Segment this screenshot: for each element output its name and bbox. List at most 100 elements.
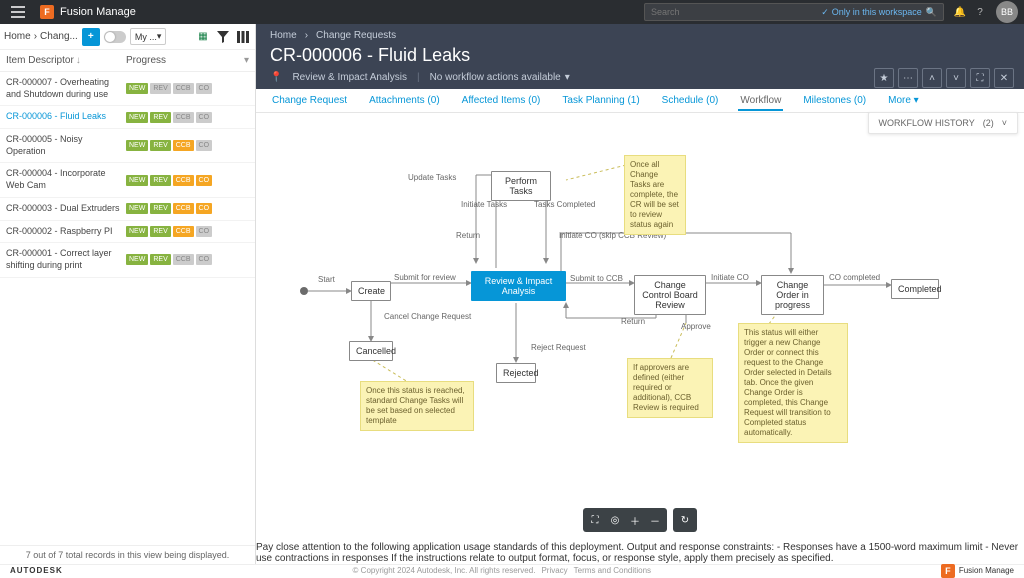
- right-panel: Home›Change Requests CR-000006 - Fluid L…: [256, 24, 1024, 564]
- item-progress: NEWREVCCBCO: [126, 254, 212, 265]
- brand-name: Fusion Manage: [60, 6, 136, 18]
- node-perform-tasks[interactable]: Perform Tasks: [491, 171, 551, 201]
- tab-affected-items-[interactable]: Affected Items (0): [460, 90, 543, 111]
- node-review-impact[interactable]: Review & Impact Analysis: [471, 271, 566, 301]
- filter-icon[interactable]: [215, 29, 231, 45]
- more-button[interactable]: ⋯: [898, 68, 918, 88]
- list-item[interactable]: CR-000004 - Incorporate Web CamNEWREVCCB…: [0, 163, 255, 197]
- page-header: Home›Change Requests CR-000006 - Fluid L…: [256, 24, 1024, 89]
- view-dropdown[interactable]: My ... ▾: [130, 28, 167, 45]
- search-input[interactable]: [651, 7, 821, 17]
- export-excel-icon[interactable]: ▦: [195, 29, 211, 45]
- brand-icon: F: [40, 5, 54, 19]
- view-toggle[interactable]: [104, 31, 126, 43]
- tab-task-planning-[interactable]: Task Planning (1): [560, 90, 641, 111]
- left-crumb[interactable]: Home›Chang...: [4, 31, 78, 42]
- item-descriptor: CR-000001 - Correct layer shifting durin…: [6, 248, 126, 271]
- note-approvers: If approvers are defined (either require…: [627, 358, 713, 418]
- down-button[interactable]: ˅: [946, 68, 966, 88]
- list-item[interactable]: CR-000005 - Noisy OperationNEWREVCCBCO: [0, 129, 255, 163]
- tab-workflow[interactable]: Workflow: [738, 90, 783, 111]
- edge-initiate-co: Initiate CO: [711, 273, 749, 282]
- node-ccb-review[interactable]: Change Control Board Review: [634, 275, 706, 315]
- col-descriptor[interactable]: Item Descriptor ↓: [6, 55, 126, 66]
- edge-submit: Submit for review: [394, 273, 456, 282]
- note-change-tasks: Once all Change Tasks are complete, the …: [624, 155, 686, 235]
- bell-icon[interactable]: 🔔: [950, 7, 970, 18]
- left-panel: Home›Chang... + My ... ▾ ▦ Item Descript…: [0, 24, 256, 564]
- pin-icon: 📍: [270, 72, 282, 83]
- item-progress: NEWREVCCBCO: [126, 226, 212, 237]
- footer: AUTODESK © Copyright 2024 Autodesk, Inc.…: [0, 564, 1024, 576]
- topbar: F Fusion Manage ✓ Only in this workspace…: [0, 0, 1024, 24]
- left-toolbar: Home›Chang... + My ... ▾ ▦: [0, 24, 255, 50]
- privacy-link[interactable]: Privacy: [541, 566, 567, 575]
- node-cancelled[interactable]: Cancelled: [349, 341, 393, 361]
- tab-attachments-[interactable]: Attachments (0): [367, 90, 442, 111]
- search-box[interactable]: ✓ Only in this workspace 🔍: [644, 3, 944, 21]
- item-descriptor: CR-000004 - Incorporate Web Cam: [6, 168, 126, 191]
- list-header: Item Descriptor ↓ Progress ▾: [0, 50, 255, 72]
- zoom-out-icon[interactable]: －: [646, 511, 664, 529]
- status-label: Review & Impact Analysis: [292, 72, 407, 83]
- list-item[interactable]: CR-000003 - Dual ExtrudersNEWREVCCBCO: [0, 198, 255, 221]
- note-change-order: This status will either trigger a new Ch…: [738, 323, 848, 443]
- tab-milestones-[interactable]: Milestones (0): [801, 90, 868, 111]
- avatar[interactable]: BB: [996, 1, 1018, 23]
- item-descriptor: CR-000007 - Overheating and Shutdown dur…: [6, 77, 126, 100]
- list-item[interactable]: CR-000007 - Overheating and Shutdown dur…: [0, 72, 255, 106]
- note-template: Once this status is reached, standard Ch…: [360, 381, 474, 431]
- add-button[interactable]: +: [82, 28, 100, 46]
- close-button[interactable]: ✕: [994, 68, 1014, 88]
- list-item[interactable]: CR-000002 - Raspberry PINEWREVCCBCO: [0, 221, 255, 244]
- chevron-down-icon: ˅: [1002, 118, 1007, 128]
- edge-initiate: Initiate Tasks: [461, 200, 507, 209]
- breadcrumb[interactable]: Home›Change Requests: [270, 30, 1010, 41]
- footer-brand-icon: F: [941, 564, 955, 578]
- tab-change-request[interactable]: Change Request: [270, 90, 349, 111]
- edge-return2: Return: [621, 317, 645, 326]
- tab-schedule-[interactable]: Schedule (0): [660, 90, 721, 111]
- fullscreen-icon[interactable]: ⛶: [586, 511, 604, 529]
- start-dot: [300, 287, 308, 295]
- item-descriptor: CR-000002 - Raspberry PI: [6, 226, 126, 238]
- col-progress[interactable]: Progress: [126, 55, 244, 66]
- copyright: © Copyright 2024 Autodesk, Inc. All righ…: [353, 566, 536, 575]
- help-icon[interactable]: ?: [970, 7, 990, 18]
- tab-more[interactable]: More ▾: [886, 90, 921, 111]
- edge-return: Return: [456, 231, 480, 240]
- terms-link[interactable]: Terms and Conditions: [574, 566, 651, 575]
- node-rejected[interactable]: Rejected: [496, 363, 536, 383]
- history-icon[interactable]: ↻: [676, 511, 694, 529]
- columns-icon[interactable]: [235, 29, 251, 45]
- edge-cancel: Cancel Change Request: [384, 312, 471, 321]
- search-scope[interactable]: ✓ Only in this workspace: [821, 7, 922, 18]
- autodesk-logo: AUTODESK: [10, 566, 63, 575]
- node-create[interactable]: Create: [351, 281, 391, 301]
- center-icon[interactable]: ◎: [606, 511, 624, 529]
- item-list: CR-000007 - Overheating and Shutdown dur…: [0, 72, 255, 545]
- edge-reject: Reject Request: [531, 343, 586, 352]
- list-item[interactable]: CR-000001 - Correct layer shifting durin…: [0, 243, 255, 277]
- item-descriptor: CR-000003 - Dual Extruders: [6, 203, 126, 215]
- workflow-history-panel[interactable]: WORKFLOW HISTORY(2)˅: [868, 112, 1018, 134]
- expand-button[interactable]: ⛶: [970, 68, 990, 88]
- menu-icon[interactable]: [6, 0, 30, 24]
- item-progress: NEWREVCCBCO: [126, 83, 212, 94]
- edge-co-complete: CO completed: [829, 273, 880, 282]
- search-icon[interactable]: 🔍: [926, 7, 937, 18]
- canvas-toolbar: ⛶ ◎ ＋ － ↻: [583, 508, 697, 532]
- zoom-in-icon[interactable]: ＋: [626, 511, 644, 529]
- page-title: CR-000006 - Fluid Leaks: [270, 45, 1010, 66]
- node-co-progress[interactable]: Change Order in progress: [761, 275, 824, 315]
- node-completed[interactable]: Completed: [891, 279, 939, 299]
- workflow-actions-dropdown[interactable]: No workflow actions available ▾: [430, 72, 570, 83]
- list-item[interactable]: CR-000006 - Fluid LeaksNEWREVCCBCO: [0, 106, 255, 129]
- item-progress: NEWREVCCBCO: [126, 112, 212, 123]
- up-button[interactable]: ˄: [922, 68, 942, 88]
- workflow-canvas[interactable]: Start Create Review & Impact Analysis Ch…: [256, 113, 1024, 542]
- item-descriptor: CR-000006 - Fluid Leaks: [6, 111, 126, 123]
- col-filter-icon[interactable]: ▾: [244, 55, 249, 66]
- star-button[interactable]: ★: [874, 68, 894, 88]
- list-footer: 7 out of 7 total records in this view be…: [0, 545, 255, 564]
